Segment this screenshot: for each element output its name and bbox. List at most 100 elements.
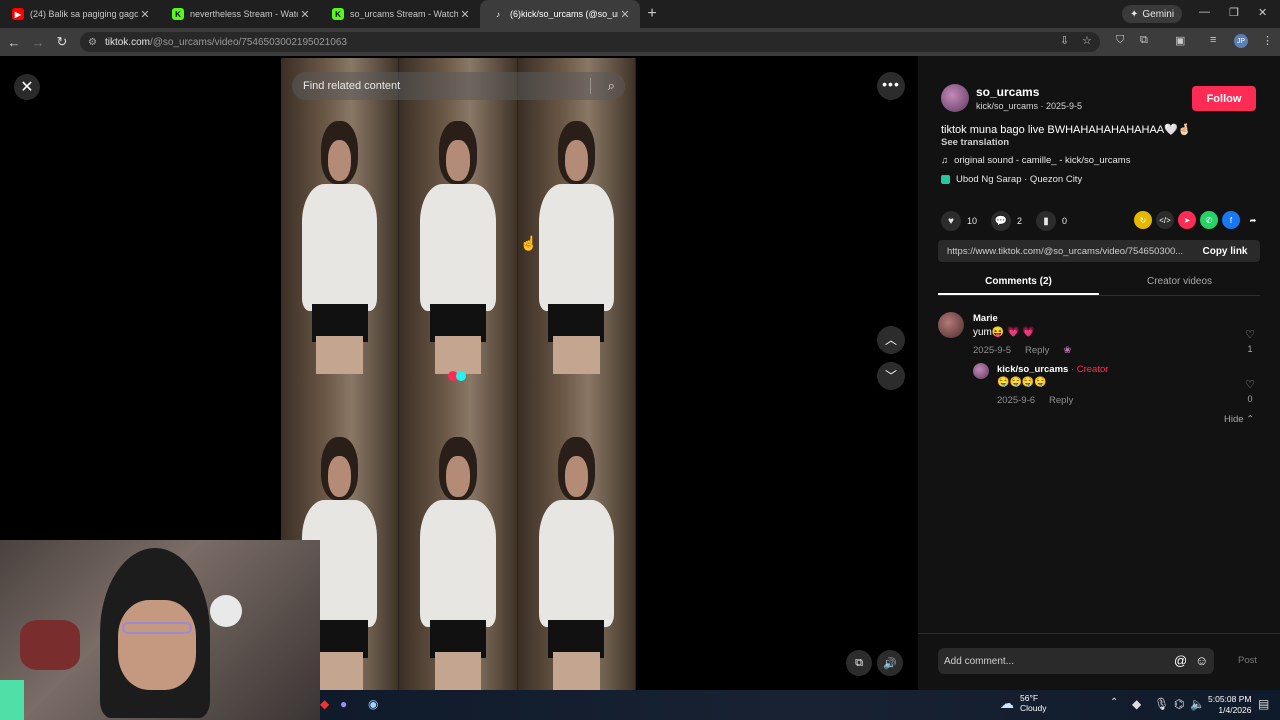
sidepanel-icon[interactable]: ▣ <box>1175 34 1185 47</box>
reply-author[interactable]: kick/so_urcams · Creator <box>997 364 1108 375</box>
chevron-down-icon: ﹀ <box>884 369 897 383</box>
location-link[interactable]: Ubod Ng Sarap · Quezon City <box>941 174 1082 185</box>
browser-tab[interactable]: ▶ (24) Balik sa pagiging gago Part ✕ <box>0 0 160 28</box>
previous-video-button[interactable]: ︿ <box>877 326 905 354</box>
author-name[interactable]: so_urcams <box>976 85 1039 99</box>
gemini-button[interactable]: ✦ Gemini <box>1122 5 1183 23</box>
send-icon[interactable]: ➤ <box>1178 211 1196 229</box>
post-button[interactable]: Post <box>1238 655 1257 666</box>
install-icon[interactable]: ⇩ <box>1060 34 1069 47</box>
extensions-icon[interactable]: ⧉ <box>1140 34 1148 47</box>
author-meta: kick/so_urcams · 2025-9-5 <box>976 101 1083 111</box>
search-icon[interactable]: ⌕ <box>608 78 615 94</box>
creator-badge: Creator <box>1076 364 1109 375</box>
url-input[interactable]: ⚙ tiktok.com/@so_urcams/video/7546503002… <box>80 32 1100 52</box>
close-video-button[interactable]: ✕ <box>14 74 40 100</box>
media-icon[interactable]: ≡ <box>1210 34 1216 46</box>
maximize-icon[interactable]: ❐ <box>1229 6 1239 19</box>
close-window-icon[interactable]: ✕ <box>1258 6 1267 19</box>
heart-icon: ♥ <box>941 211 961 231</box>
follow-button[interactable]: Follow <box>1192 86 1256 111</box>
network-drive-icon[interactable]: ◆ <box>1132 697 1141 711</box>
sound-link[interactable]: ♫ original sound - camille_ - kick/so_urc… <box>941 155 1130 166</box>
shield-icon[interactable]: ⛉ <box>1116 34 1124 47</box>
weather-widget[interactable]: ☁ 56°F Cloudy <box>1000 693 1046 713</box>
bookmark-star-icon[interactable]: ☆ <box>1082 34 1092 47</box>
speaker-icon[interactable]: 🔈 <box>1190 697 1205 711</box>
back-icon[interactable]: ← <box>2 35 26 50</box>
notifications-icon[interactable]: ▤ <box>1258 697 1269 711</box>
embed-icon[interactable]: </> <box>1156 211 1174 229</box>
comment-input[interactable]: Add comment... <box>938 648 1214 674</box>
reload-icon[interactable]: ↻ <box>50 34 74 50</box>
tab-title: (24) Balik sa pagiging gago Part <box>30 9 138 19</box>
comment-text: yum😝 💗 💗 <box>973 327 1035 338</box>
steam-icon[interactable]: ◉ <box>368 697 378 711</box>
wifi-icon[interactable]: ⌬ <box>1174 697 1184 711</box>
next-video-button[interactable]: ﹀ <box>877 362 905 390</box>
browser-tab[interactable]: K so_urcams Stream - Watch Live ✕ <box>320 0 480 28</box>
like-button[interactable]: ♥ 10 <box>941 211 977 231</box>
video-frame <box>399 374 518 690</box>
emoji-icon[interactable]: ☺ <box>1195 653 1208 668</box>
reply-button[interactable]: Reply <box>1049 395 1073 406</box>
commenter-avatar[interactable] <box>938 312 964 338</box>
system-clock[interactable]: 5:05:08 PM 1/4/2026 <box>1208 694 1251 716</box>
share-arrow-icon[interactable]: ➦ <box>1244 211 1262 229</box>
divider <box>590 78 591 94</box>
close-tab-icon[interactable]: ✕ <box>138 8 152 21</box>
copy-link-button[interactable]: Copy link <box>1190 246 1260 257</box>
volume-button[interactable]: 🔊 <box>877 650 903 676</box>
share-buttons: ↻ </> ➤ ✆ f ➦ <box>1134 211 1262 229</box>
tab-title: nevertheless Stream - Watch Li <box>190 9 298 19</box>
hide-replies-button[interactable]: Hide ⌃ <box>1224 414 1254 425</box>
youtube-icon: ▶ <box>12 8 24 20</box>
kick-icon: K <box>172 8 184 20</box>
reply-avatar[interactable] <box>973 363 989 379</box>
browser-tab-active[interactable]: ♪ (6)kick/so_urcams (@so_urcam ✕ <box>480 0 640 28</box>
reply-like-count: 0 <box>1247 394 1253 404</box>
reply-like-icon[interactable]: ♡ <box>1242 378 1258 391</box>
reply-button[interactable]: Reply <box>1025 345 1049 356</box>
microphone-icon[interactable]: 🎙 <box>1154 697 1169 711</box>
comment-button[interactable]: 💬 2 <box>991 211 1022 231</box>
browser-tab[interactable]: K nevertheless Stream - Watch Li ✕ <box>160 0 320 28</box>
discord-icon[interactable]: ● <box>340 697 347 711</box>
details-panel: so_urcams kick/so_urcams · 2025-9-5 Foll… <box>918 56 1280 690</box>
tab-creator-videos[interactable]: Creator videos <box>1099 270 1260 295</box>
app-icon[interactable]: ◆ <box>320 697 329 711</box>
tab-title: so_urcams Stream - Watch Live <box>350 9 458 19</box>
close-icon: ✕ <box>20 79 34 96</box>
mention-icon[interactable]: @ <box>1174 653 1187 668</box>
floating-player-button[interactable]: ⧉ <box>846 650 872 676</box>
url-host: tiktok.com <box>104 36 150 48</box>
comment-date: 2025-9-5 <box>973 345 1012 356</box>
see-translation-link[interactable]: See translation <box>941 137 1009 148</box>
tab-comments[interactable]: Comments (2) <box>938 270 1099 295</box>
profile-avatar[interactable]: JP <box>1234 34 1248 48</box>
gemini-icon: ✦ <box>1130 8 1139 20</box>
save-button[interactable]: ▮ 0 <box>1036 211 1067 231</box>
whatsapp-icon[interactable]: ✆ <box>1200 211 1218 229</box>
forward-icon[interactable]: → <box>26 35 50 50</box>
repost-icon[interactable]: ↻ <box>1134 211 1152 229</box>
creator-liked-icon: ❀ <box>1063 345 1072 356</box>
close-tab-icon[interactable]: ✕ <box>298 8 312 21</box>
commenter-name[interactable]: Marie <box>973 313 998 324</box>
share-url: https://www.tiktok.com/@so_urcams/video/… <box>947 245 1184 257</box>
new-tab-button[interactable]: + <box>640 5 664 23</box>
more-options-button[interactable]: ••• <box>877 72 905 100</box>
close-tab-icon[interactable]: ✕ <box>618 8 632 21</box>
facebook-icon[interactable]: f <box>1222 211 1240 229</box>
comment-like-icon[interactable]: ♡ <box>1242 328 1258 341</box>
chevron-up-icon[interactable]: ⌃ <box>1110 697 1118 708</box>
related-search-input[interactable]: Find related content ⌕ <box>292 72 625 100</box>
author-avatar[interactable] <box>941 84 969 112</box>
comment-meta: 2025-9-5 Reply ❀ <box>973 345 1071 356</box>
minimize-icon[interactable]: — <box>1199 6 1210 18</box>
site-info-icon[interactable]: ⚙ <box>88 37 97 48</box>
video-frame <box>281 58 400 374</box>
close-tab-icon[interactable]: ✕ <box>458 8 472 21</box>
loading-indicator <box>448 368 466 386</box>
menu-kebab-icon[interactable]: ⋮ <box>1262 34 1273 47</box>
